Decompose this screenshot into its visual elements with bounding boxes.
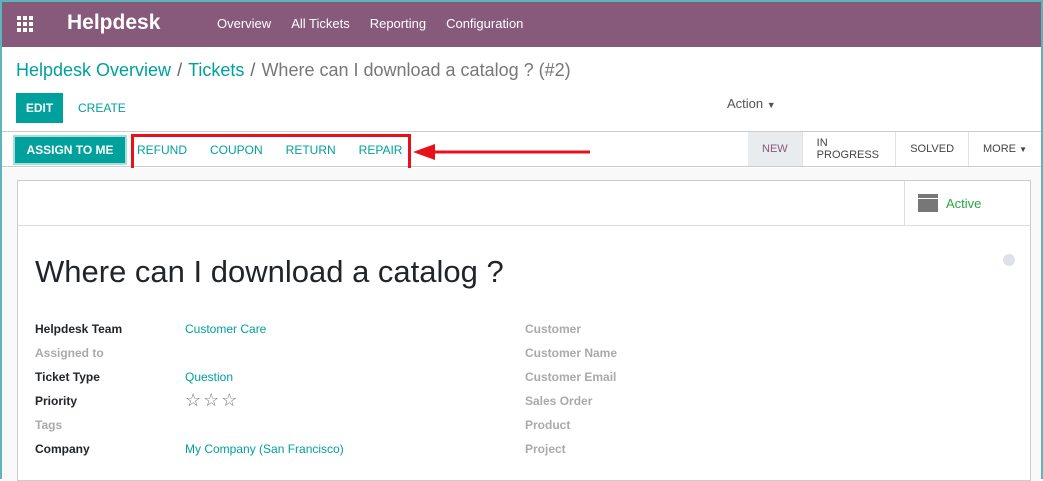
label-project: Project	[525, 442, 566, 456]
caret-down-icon: ▼	[766, 100, 776, 110]
create-button[interactable]: CREATE	[78, 101, 126, 115]
archive-icon	[918, 194, 938, 212]
apps-grid-icon[interactable]	[17, 16, 33, 32]
label-helpdesk-team: Helpdesk Team	[35, 322, 123, 336]
active-label: Active	[946, 195, 982, 211]
more-label: MORE	[983, 143, 1017, 155]
label-product: Product	[525, 418, 571, 432]
label-customer: Customer	[525, 322, 582, 336]
stage-in-progress[interactable]: IN PROGRESS	[803, 132, 897, 166]
action-dropdown[interactable]: Action ▼	[727, 96, 776, 111]
label-customer-email: Customer Email	[525, 370, 617, 384]
label-company: Company	[35, 442, 90, 456]
caret-down-icon: ▼	[1019, 144, 1027, 154]
label-sales-order: Sales Order	[525, 394, 593, 408]
label-tags: Tags	[35, 418, 63, 432]
breadcrumb-helpdesk-overview[interactable]: Helpdesk Overview	[16, 60, 171, 80]
ticket-title: Where can I download a catalog ?	[35, 254, 504, 289]
label-customer-name: Customer Name	[525, 346, 618, 360]
top-navbar: Helpdesk Overview All Tickets Reporting …	[2, 2, 1041, 47]
breadcrumb: Helpdesk Overview / Tickets / Where can I do…	[16, 60, 571, 80]
form-sheet: Active Where can I download a catalog ? …	[17, 180, 1031, 481]
breadcrumb-tickets[interactable]: Tickets	[188, 60, 244, 80]
assign-to-me-button[interactable]: ASSIGN TO ME	[13, 135, 127, 165]
priority-stars[interactable]: ☆☆☆	[185, 390, 239, 418]
company-value[interactable]: My Company (San Francisco)	[185, 442, 344, 466]
helpdesk-team-value[interactable]: Customer Care	[185, 322, 266, 346]
kanban-state-dot[interactable]	[1003, 254, 1015, 266]
menu-overview[interactable]: Overview	[217, 16, 271, 31]
menu-configuration[interactable]: Configuration	[446, 16, 523, 31]
breadcrumb-current: Where can I download a catalog ? (#2)	[261, 60, 571, 80]
menu-all-tickets[interactable]: All Tickets	[291, 16, 350, 31]
edit-button[interactable]: EDIT	[16, 93, 63, 123]
stage-more-dropdown[interactable]: MORE ▼	[969, 132, 1041, 166]
label-priority: Priority	[35, 394, 78, 408]
stage-new[interactable]: NEW	[748, 132, 803, 166]
label-ticket-type: Ticket Type	[35, 370, 100, 384]
menu-reporting[interactable]: Reporting	[370, 16, 426, 31]
active-toggle[interactable]: Active	[904, 181, 1030, 225]
stage-solved[interactable]: SOLVED	[896, 132, 970, 166]
action-label: Action	[727, 96, 764, 111]
app-brand: Helpdesk	[67, 11, 161, 34]
red-arrow-annotation	[413, 144, 590, 160]
label-assigned-to: Assigned to	[35, 346, 104, 360]
